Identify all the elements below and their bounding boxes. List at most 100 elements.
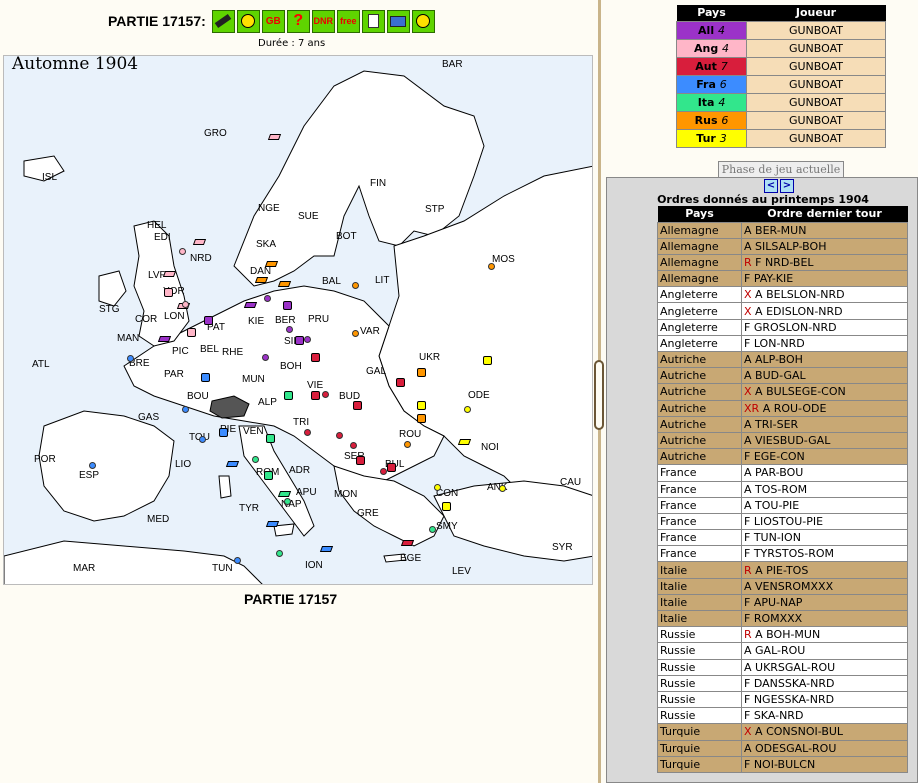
province-stg[interactable]: STG	[99, 304, 120, 315]
province-kie[interactable]: KIE	[248, 316, 264, 327]
player-name[interactable]: GUNBOAT	[746, 110, 886, 130]
province-bal[interactable]: BAL	[322, 276, 341, 287]
player-name[interactable]: GUNBOAT	[746, 128, 886, 148]
army-unit[interactable]	[417, 368, 426, 377]
province-esp[interactable]: ESP	[79, 470, 99, 481]
diplomacy-map[interactable]: Automne 1904 BAR GRO FIN STP ISL NGE SUE HEL BOT…	[3, 55, 593, 585]
army-unit[interactable]	[417, 401, 426, 410]
smiley-icon[interactable]	[236, 9, 260, 33]
province-gal[interactable]: GAL	[366, 366, 386, 377]
province-man[interactable]: MAN	[117, 333, 139, 344]
fleet-unit[interactable]	[225, 461, 240, 467]
province-bou[interactable]: BOU	[187, 391, 209, 402]
army-unit[interactable]	[396, 378, 405, 387]
fleet-unit[interactable]	[319, 546, 334, 552]
fleet-unit[interactable]	[267, 134, 282, 140]
province-hel[interactable]: HEL	[147, 220, 166, 231]
army-unit[interactable]	[442, 502, 451, 511]
province-isl[interactable]: ISL	[42, 172, 57, 183]
province-lev[interactable]: LEV	[452, 566, 471, 577]
fleet-unit[interactable]	[265, 521, 280, 527]
province-nge[interactable]: NGE	[258, 203, 280, 214]
province-ege[interactable]: EGE	[400, 553, 421, 564]
player-name[interactable]: GUNBOAT	[746, 20, 886, 40]
province-sue[interactable]: SUE	[298, 211, 319, 222]
province-nrd[interactable]: NRD	[190, 253, 212, 264]
province-cor[interactable]: COR	[135, 314, 157, 325]
army-unit[interactable]	[311, 353, 320, 362]
player-name[interactable]: GUNBOAT	[746, 74, 886, 94]
province-bar[interactable]: BAR	[442, 59, 463, 70]
province-alp[interactable]: ALP	[258, 397, 277, 408]
current-phase-button[interactable]: Phase de jeu actuelle	[718, 161, 844, 178]
province-noi[interactable]: NOI	[481, 442, 499, 453]
province-gro[interactable]: GRO	[204, 128, 227, 139]
fleet-unit[interactable]	[400, 540, 415, 546]
free-icon[interactable]: free	[336, 9, 360, 33]
province-ber[interactable]: BER	[275, 315, 296, 326]
province-stp[interactable]: STP	[425, 204, 444, 215]
army-unit[interactable]	[483, 356, 492, 365]
province-med[interactable]: MED	[147, 514, 169, 525]
province-pru[interactable]: PRU	[308, 314, 329, 325]
province-fin[interactable]: FIN	[370, 178, 386, 189]
player-name[interactable]: GUNBOAT	[746, 38, 886, 58]
army-unit[interactable]	[356, 456, 365, 465]
fleet-unit[interactable]	[157, 336, 172, 342]
province-pic[interactable]: PIC	[172, 346, 189, 357]
fleet-unit[interactable]	[192, 239, 207, 245]
fleet-unit[interactable]	[243, 302, 258, 308]
province-apu[interactable]: APU	[296, 487, 317, 498]
army-unit[interactable]	[204, 316, 213, 325]
province-gas[interactable]: GAS	[138, 412, 159, 423]
province-cau[interactable]: CAU	[560, 477, 581, 488]
province-lon[interactable]: LON	[164, 311, 185, 322]
province-bot[interactable]: BOT	[336, 231, 357, 242]
province-ode[interactable]: ODE	[468, 390, 490, 401]
army-unit[interactable]	[266, 434, 275, 443]
help-icon[interactable]: ?	[286, 9, 310, 33]
province-ukr[interactable]: UKR	[419, 352, 440, 363]
province-syr[interactable]: SYR	[552, 542, 573, 553]
province-tri[interactable]: TRI	[293, 417, 309, 428]
province-vie[interactable]: VIE	[307, 380, 323, 391]
province-mun[interactable]: MUN	[242, 374, 265, 385]
province-rou[interactable]: ROU	[399, 429, 421, 440]
army-unit[interactable]	[264, 471, 273, 480]
fleet-unit[interactable]	[162, 271, 177, 277]
province-por[interactable]: POR	[34, 454, 56, 465]
army-unit[interactable]	[417, 414, 426, 423]
province-adr[interactable]: ADR	[289, 465, 310, 476]
army-unit[interactable]	[284, 391, 293, 400]
player-name[interactable]: GUNBOAT	[746, 92, 886, 112]
province-mar[interactable]: MAR	[73, 563, 95, 574]
province-par[interactable]: PAR	[164, 369, 184, 380]
province-dan[interactable]: DAN	[250, 266, 271, 277]
army-unit[interactable]	[387, 463, 396, 472]
province-smy[interactable]: SMY	[436, 521, 458, 532]
angry-face-icon[interactable]	[411, 9, 435, 33]
army-unit[interactable]	[283, 301, 292, 310]
gavel-icon[interactable]	[211, 9, 235, 33]
army-unit[interactable]	[164, 288, 173, 297]
province-ska[interactable]: SKA	[256, 239, 276, 250]
gb-icon[interactable]: GB	[261, 9, 285, 33]
province-bel[interactable]: BEL	[200, 344, 219, 355]
province-ion[interactable]: ION	[305, 560, 323, 571]
province-mon[interactable]: MON	[334, 489, 357, 500]
next-turn-button[interactable]: >	[780, 179, 794, 193]
screen-icon[interactable]	[386, 9, 410, 33]
previous-turn-button[interactable]: <	[764, 179, 778, 193]
army-unit[interactable]	[201, 373, 210, 382]
army-unit[interactable]	[219, 428, 228, 437]
province-tyr[interactable]: TYR	[239, 503, 259, 514]
province-gre[interactable]: GRE	[357, 508, 379, 519]
province-ven[interactable]: VEN	[243, 426, 264, 437]
fleet-unit[interactable]	[254, 277, 269, 283]
fleet-unit[interactable]	[277, 491, 292, 497]
army-unit[interactable]	[353, 401, 362, 410]
province-var[interactable]: VAR	[360, 326, 380, 337]
army-unit[interactable]	[187, 328, 196, 337]
province-lio[interactable]: LIO	[175, 459, 191, 470]
fleet-unit[interactable]	[457, 439, 472, 445]
